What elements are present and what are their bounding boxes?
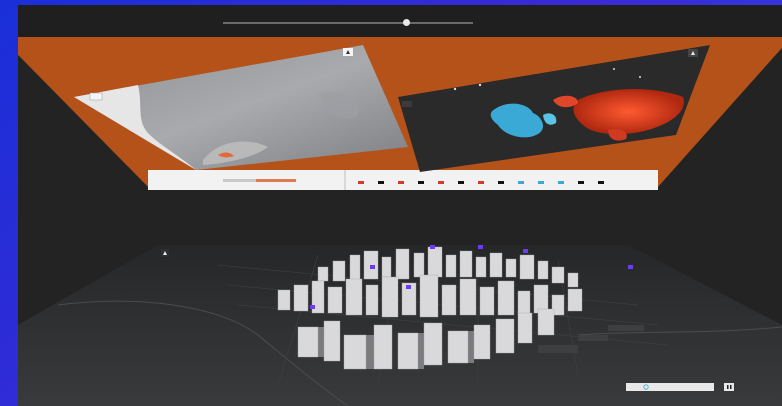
pause-button[interactable]	[724, 383, 734, 391]
pause-icon	[727, 385, 729, 389]
zoom-control-icon-right[interactable]	[402, 101, 412, 107]
city-scene[interactable]	[18, 245, 782, 406]
legend-strip	[148, 170, 658, 190]
search-control[interactable]	[626, 383, 714, 391]
zoom-control-icon[interactable]	[89, 92, 103, 101]
legend-gradient-bar	[256, 179, 296, 182]
app-window	[18, 5, 782, 406]
scene-canvas[interactable]	[18, 5, 782, 406]
